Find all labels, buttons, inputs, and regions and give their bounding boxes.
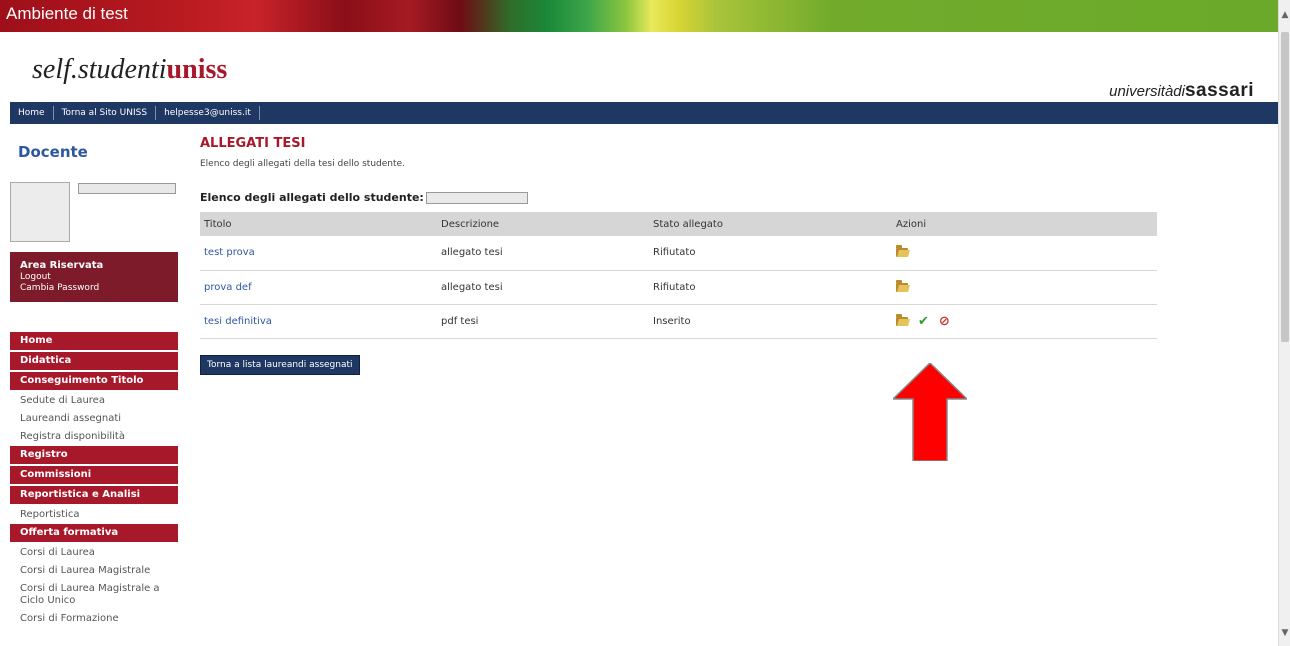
menu-item-corsi-formazione[interactable]: Corsi di Formazione bbox=[10, 610, 178, 628]
page-description: Elenco degli allegati della tesi dello s… bbox=[200, 159, 405, 169]
uni-suffix: sassari bbox=[1184, 80, 1254, 101]
menu-header-offerta-formativa[interactable]: Offerta formativa bbox=[10, 524, 178, 542]
topnav-user-email[interactable]: helpesse3@uniss.it bbox=[156, 106, 260, 120]
reserved-area: Area Riservata Logout Cambia Password bbox=[10, 252, 178, 302]
column-header-azioni: Azioni bbox=[892, 212, 1157, 236]
topnav-uniss-site[interactable]: Torna al Sito UNISS bbox=[54, 106, 157, 120]
brand-suffix: uniss bbox=[166, 54, 228, 85]
reject-icon[interactable]: ⊘ bbox=[939, 314, 950, 329]
table-row: tesi definitiva pdf tesi Inserito ✔ ⊘ bbox=[200, 304, 1157, 339]
table-row: test prova allegato tesi Rifiutato bbox=[200, 236, 1157, 271]
vertical-scrollbar[interactable]: ▲ ▼ bbox=[1278, 0, 1290, 646]
page-title: ALLEGATI TESI bbox=[200, 136, 306, 151]
user-name-box bbox=[78, 183, 176, 194]
brand-prefix: self.studenti bbox=[32, 54, 167, 85]
topnav-home[interactable]: Home bbox=[10, 106, 54, 120]
menu-item-corsi-laurea-magistrale[interactable]: Corsi di Laurea Magistrale bbox=[10, 562, 178, 580]
column-header-descrizione: Descrizione bbox=[437, 212, 649, 236]
menu-header-didattica[interactable]: Didattica bbox=[10, 352, 178, 370]
scroll-up-icon[interactable]: ▲ bbox=[1279, 8, 1290, 22]
folder-icon[interactable] bbox=[896, 245, 908, 258]
change-password-link[interactable]: Cambia Password bbox=[20, 283, 178, 294]
attachment-title-link[interactable]: tesi definitiva bbox=[204, 316, 272, 327]
menu-header-reportistica-analisi[interactable]: Reportistica e Analisi bbox=[10, 486, 178, 504]
attachment-status: Inserito bbox=[649, 304, 892, 339]
main-content: ALLEGATI TESI Elenco degli allegati dell… bbox=[200, 136, 1160, 375]
menu-header-conseguimento-titolo[interactable]: Conseguimento Titolo bbox=[10, 372, 178, 390]
attachment-description: pdf tesi bbox=[437, 304, 649, 339]
back-to-list-button[interactable]: Torna a lista laureandi assegnati bbox=[200, 354, 360, 375]
avatar bbox=[10, 182, 70, 242]
list-heading: Elenco degli allegati dello studente: bbox=[200, 191, 1160, 204]
folder-icon[interactable] bbox=[896, 279, 908, 292]
table-header-row: Titolo Descrizione Stato allegato Azioni bbox=[200, 212, 1157, 236]
menu-item-corsi-di-laurea[interactable]: Corsi di Laurea bbox=[10, 544, 178, 562]
menu-item-reportistica[interactable]: Reportistica bbox=[10, 506, 178, 524]
uni-prefix: universitàdi bbox=[1109, 83, 1185, 100]
university-logo: universitàdisassari bbox=[1109, 80, 1254, 102]
page: Ambiente di test self.studentiuniss univ… bbox=[0, 0, 1290, 646]
menu-header-registro[interactable]: Registro bbox=[10, 446, 178, 464]
attachment-status: Rifiutato bbox=[649, 270, 892, 305]
environment-title: Ambiente di test bbox=[6, 4, 128, 23]
logout-link[interactable]: Logout bbox=[20, 272, 178, 283]
menu-header-home[interactable]: Home bbox=[10, 332, 178, 350]
attachments-table: Titolo Descrizione Stato allegato Azioni… bbox=[200, 212, 1157, 339]
reserved-area-heading: Area Riservata bbox=[20, 260, 104, 271]
list-heading-text: Elenco degli allegati dello studente: bbox=[200, 191, 424, 204]
sidebar: Docente Area Riservata Logout Cambia Pas… bbox=[10, 130, 178, 624]
menu-item-sedute-di-laurea[interactable]: Sedute di Laurea bbox=[10, 392, 178, 410]
menu-item-corsi-ciclo-unico[interactable]: Corsi di Laurea Magistrale a Ciclo Unico bbox=[10, 580, 178, 610]
red-arrow-annotation bbox=[893, 363, 967, 461]
attachment-status: Rifiutato bbox=[649, 236, 892, 271]
folder-icon[interactable] bbox=[896, 313, 908, 326]
column-header-titolo: Titolo bbox=[200, 212, 437, 236]
scrollbar-thumb[interactable] bbox=[1281, 32, 1289, 342]
column-header-stato: Stato allegato bbox=[649, 212, 892, 236]
attachment-description: allegato tesi bbox=[437, 236, 649, 271]
top-navigation: Home Torna al Sito UNISS helpesse3@uniss… bbox=[10, 102, 1280, 124]
attachment-description: allegato tesi bbox=[437, 270, 649, 305]
menu-item-laureandi-assegnati[interactable]: Laureandi assegnati bbox=[10, 410, 178, 428]
sidebar-menu: Home Didattica Conseguimento Titolo Sedu… bbox=[10, 332, 178, 628]
site-logo[interactable]: self.studentiuniss bbox=[32, 54, 227, 86]
menu-item-registra-disponibilita[interactable]: Registra disponibilità bbox=[10, 428, 178, 446]
attachment-title-link[interactable]: test prova bbox=[204, 247, 255, 258]
student-name-box bbox=[425, 191, 528, 204]
table-row: prova def allegato tesi Rifiutato bbox=[200, 270, 1157, 305]
attachment-title-link[interactable]: prova def bbox=[204, 282, 252, 293]
sidebar-title: Docente bbox=[18, 143, 88, 161]
menu-header-commissioni[interactable]: Commissioni bbox=[10, 466, 178, 484]
scroll-down-icon[interactable]: ▼ bbox=[1279, 626, 1290, 640]
environment-banner: Ambiente di test bbox=[0, 0, 1278, 32]
approve-icon[interactable]: ✔ bbox=[918, 314, 929, 329]
